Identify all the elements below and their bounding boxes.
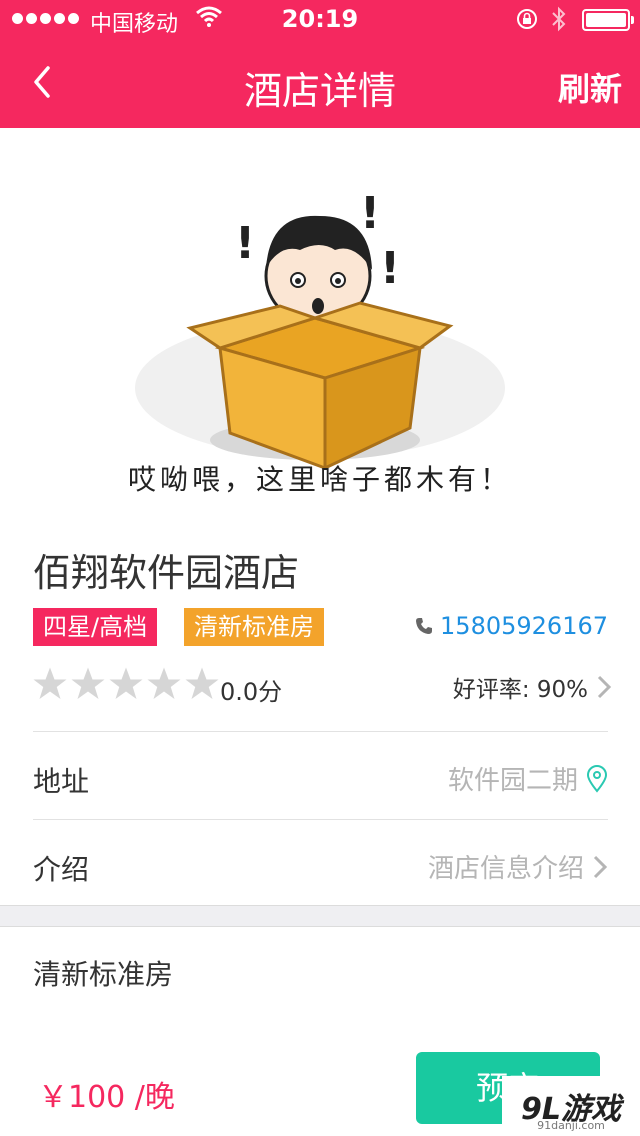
star-icon [33, 667, 67, 699]
star-icon [109, 667, 143, 699]
address-row[interactable]: 地址 软件园二期 [33, 731, 608, 819]
good-rate-text: 好评率: 90% [452, 677, 588, 703]
top-bar: 中国移动 20:19 酒店详情 刷新 [0, 0, 640, 128]
phone-number: 15805926167 [440, 612, 608, 640]
refresh-button[interactable]: 刷新 [558, 64, 622, 110]
star-icon [71, 667, 105, 699]
status-time: 20:19 [281, 5, 359, 33]
chevron-right-icon [593, 855, 608, 878]
svg-text:!: ! [235, 218, 255, 269]
hotel-name: 佰翔软件园酒店 [33, 551, 300, 595]
navigation-bar: 酒店详情 刷新 [0, 40, 640, 128]
rating-score: 0.0分 [220, 678, 283, 706]
section-divider [0, 905, 640, 927]
status-bar: 中国移动 20:19 [0, 0, 640, 40]
boy-in-box-illustration: ! ! ! [135, 188, 505, 471]
address-value: 软件园二期 [447, 766, 578, 796]
watermark-url: 91danji.com [537, 1119, 605, 1132]
battery-icon [582, 9, 634, 31]
rating-stars [32, 666, 220, 702]
star-icon [147, 667, 181, 699]
intro-label: 介绍 [33, 853, 90, 886]
address-value-group: 软件园二期 [448, 760, 608, 797]
room-type-badge: 清新标准房 [184, 608, 324, 646]
room-price: ￥100 /晚 [38, 1080, 175, 1115]
room-title: 清新标准房 [33, 958, 174, 991]
empty-caption: 哎呦喂，这里啥子都木有！ [127, 463, 512, 496]
intro-value-group: 酒店信息介绍 [428, 848, 608, 885]
intro-value: 酒店信息介绍 [427, 854, 584, 884]
intro-row[interactable]: 介绍 酒店信息介绍 [33, 819, 608, 907]
svg-text:!: ! [360, 188, 380, 239]
phone-icon [416, 618, 433, 634]
good-rate-link[interactable]: 好评率: 90% [453, 670, 612, 704]
phone-link[interactable]: 15805926167 [414, 612, 608, 640]
chevron-right-icon [597, 675, 612, 699]
bluetooth-icon [552, 6, 566, 32]
watermark-logo: 9L游戏 91danji.com [502, 1076, 640, 1136]
page-title: 酒店详情 [243, 69, 396, 113]
svg-text:!: ! [380, 243, 400, 294]
star-level-badge: 四星/高档 [33, 608, 158, 646]
rotation-lock-icon [517, 9, 537, 29]
star-icon [185, 667, 219, 699]
empty-state: ! ! ! 哎呦喂，这里啥子都木有！ [0, 128, 640, 518]
location-pin-icon [586, 764, 608, 793]
address-label: 地址 [33, 765, 90, 798]
